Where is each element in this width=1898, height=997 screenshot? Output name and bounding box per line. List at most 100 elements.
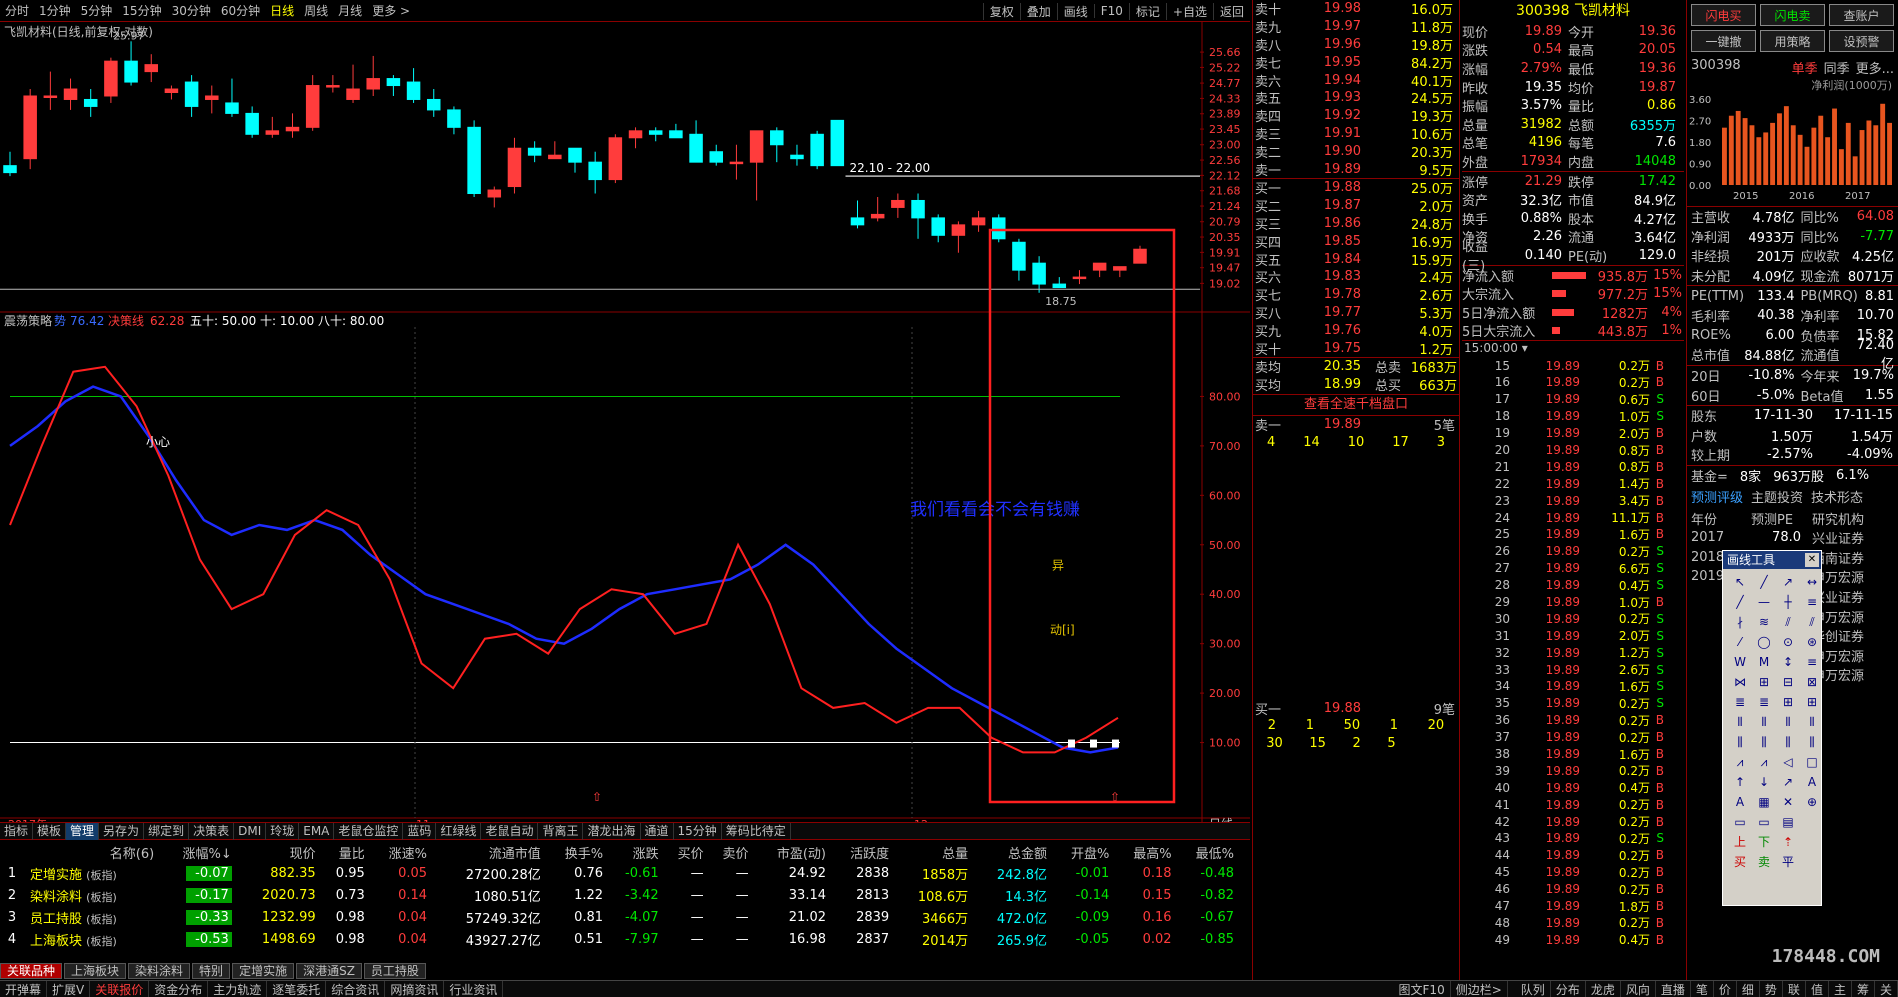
column-header[interactable]: 涨速% <box>371 842 433 862</box>
action-button[interactable]: 闪电卖 <box>1760 4 1825 26</box>
timeframe-tab[interactable]: 周线 <box>299 2 333 19</box>
draw-tool-icon[interactable]: A <box>1801 773 1823 791</box>
related-tab[interactable]: 定增实施 <box>232 962 295 979</box>
status-right-tab[interactable]: 联 <box>1783 980 1806 997</box>
status-right-tab[interactable]: 直播 <box>1656 980 1691 997</box>
status-right-tab[interactable]: 分布 <box>1551 980 1586 997</box>
related-tab[interactable]: 上海板块 <box>64 962 127 979</box>
status-right-tab[interactable]: 价 <box>1714 980 1737 997</box>
status-right-tab[interactable]: 筹 <box>1852 980 1875 997</box>
draw-tool-icon[interactable]: ▦ <box>1753 793 1775 811</box>
draw-tool-icon[interactable]: — <box>1753 593 1775 611</box>
indicator-tab[interactable]: 绑定到 <box>144 822 190 840</box>
toolbar-button[interactable]: F10 <box>1093 4 1129 18</box>
draw-tool-icon[interactable]: M <box>1753 653 1775 671</box>
status-mid-tab[interactable]: 图文F10 <box>1394 980 1451 997</box>
draw-tool-icon[interactable]: ⊠ <box>1801 673 1823 691</box>
status-tab[interactable]: 开弹幕 <box>0 980 48 997</box>
status-right-tab[interactable]: 细 <box>1737 980 1760 997</box>
timeframe-tab[interactable]: 15分钟 <box>117 2 166 19</box>
draw-tool-icon[interactable]: ⩘ <box>1729 753 1751 771</box>
draw-tool-icon[interactable]: ┼ <box>1777 593 1799 611</box>
action-button[interactable]: 用策略 <box>1760 30 1825 52</box>
column-header[interactable]: 最低% <box>1178 842 1240 862</box>
column-header[interactable]: 活跃度 <box>832 842 895 862</box>
column-header[interactable]: 开盘% <box>1053 842 1115 862</box>
draw-tool-icon[interactable]: ≡ <box>1801 653 1823 671</box>
column-header[interactable]: 市盈(动) <box>755 842 832 862</box>
draw-tool-icon[interactable]: ⫽ <box>1777 613 1799 631</box>
indicator-tab[interactable]: 潜龙出海 <box>583 822 641 840</box>
draw-tool-icon[interactable]: ⦀ <box>1729 713 1751 731</box>
draw-tool-icon[interactable]: ↓ <box>1753 773 1775 791</box>
draw-tool-icon[interactable]: ⫼ <box>1777 733 1799 751</box>
column-header[interactable]: 流通市值 <box>433 842 547 862</box>
related-tab[interactable]: 染料涂料 <box>128 962 191 979</box>
column-header[interactable]: 最高% <box>1115 842 1177 862</box>
timeframe-tab[interactable]: 5分钟 <box>76 2 118 19</box>
draw-tool-icon[interactable]: 上 <box>1729 833 1751 851</box>
action-button[interactable]: 闪电买 <box>1691 4 1756 26</box>
related-tab[interactable]: 特别 <box>192 962 231 979</box>
toolbar-button[interactable]: 返回 <box>1212 2 1250 20</box>
draw-tool-icon[interactable]: ⦀ <box>1801 713 1823 731</box>
status-right-tab[interactable]: 值 <box>1806 980 1829 997</box>
draw-tool-icon[interactable]: ↗ <box>1777 773 1799 791</box>
status-right-tab[interactable]: 笔 <box>1691 980 1714 997</box>
column-header[interactable]: 总量 <box>895 842 974 862</box>
full-depth-link[interactable]: 查看全速千档盘口 <box>1253 395 1459 415</box>
related-tab[interactable]: 员工持股 <box>363 962 426 979</box>
status-right-tab[interactable]: 龙虎 <box>1586 980 1621 997</box>
indicator-tab[interactable]: 筹码比待定 <box>722 822 791 840</box>
status-right-tab[interactable]: 势 <box>1760 980 1783 997</box>
status-tab[interactable]: 综合资讯 <box>326 980 386 997</box>
indicator-tab[interactable]: 红绿线 <box>436 822 482 840</box>
table-row[interactable]: 3 员工持股 (板指) -0.33 1232.99 0.98 0.04 57249.32亿 0… <box>0 906 1240 928</box>
draw-tool-icon[interactable]: ≋ <box>1753 613 1775 631</box>
draw-tool-icon[interactable]: ⩘ <box>1753 753 1775 771</box>
f10-tab[interactable]: 同季 <box>1824 58 1850 77</box>
column-header[interactable] <box>0 842 30 862</box>
f10-subtab[interactable]: 预测评级 <box>1691 487 1743 506</box>
draw-tool-icon[interactable]: ↗ <box>1777 573 1799 591</box>
draw-tool-icon[interactable]: ⫼ <box>1729 733 1751 751</box>
timeframe-tab[interactable]: 月线 <box>333 2 367 19</box>
status-right-tab[interactable]: 风向 <box>1621 980 1656 997</box>
draw-tool-icon[interactable]: A <box>1729 793 1751 811</box>
draw-tool-icon[interactable]: ⁄ <box>1729 633 1751 651</box>
draw-tool-icon[interactable]: ◁ <box>1777 753 1799 771</box>
toolbar-button[interactable]: 标记 <box>1128 2 1166 20</box>
column-header[interactable]: 买价 <box>665 842 710 862</box>
draw-tool-icon[interactable]: ⊞ <box>1777 693 1799 711</box>
draw-tool-icon[interactable] <box>1801 833 1823 851</box>
draw-tool-icon[interactable]: ▤ <box>1777 813 1799 831</box>
draw-tool-icon[interactable]: ⊞ <box>1801 693 1823 711</box>
status-tab[interactable]: 资金分布 <box>149 980 209 997</box>
indicator-tab[interactable]: DMI <box>234 822 267 840</box>
status-tab[interactable]: 关联报价 <box>90 980 150 997</box>
draw-tool-icon[interactable]: ≣ <box>1729 693 1751 711</box>
toolbar-button[interactable]: 叠加 <box>1019 2 1057 20</box>
indicator-tab[interactable]: 通道 <box>641 822 674 840</box>
column-header[interactable]: 涨幅%↓ <box>160 842 238 862</box>
timeframe-tab[interactable]: 分时 <box>0 2 34 19</box>
related-tab[interactable]: 关联品种 <box>0 962 63 979</box>
draw-tool-icon[interactable]: ↔ <box>1801 573 1823 591</box>
draw-tool-icon[interactable]: ⊟ <box>1777 673 1799 691</box>
draw-tool-icon[interactable]: ⫼ <box>1801 733 1823 751</box>
indicator-tab[interactable]: 老鼠仓监控 <box>334 822 404 840</box>
indicator-tab[interactable]: 指标 <box>0 822 34 840</box>
draw-tool-icon[interactable]: ✕ <box>1777 793 1799 811</box>
indicator-tab[interactable]: 管理 <box>66 822 100 840</box>
draw-tool-icon[interactable]: ⊞ <box>1753 673 1775 691</box>
draw-tool-icon[interactable]: 平 <box>1777 853 1799 871</box>
draw-tool-icon[interactable]: 买 <box>1729 853 1751 871</box>
related-tab[interactable]: 深港通SZ <box>296 962 362 979</box>
status-right-tab[interactable]: 队列 <box>1516 980 1551 997</box>
f10-subtab[interactable]: 技术形态 <box>1811 487 1863 506</box>
draw-tool-icon[interactable]: ↑ <box>1729 773 1751 791</box>
column-header[interactable]: 名称(6) <box>30 842 160 862</box>
draw-tool-icon[interactable]: ⫼ <box>1753 733 1775 751</box>
draw-tool-icon[interactable] <box>1801 853 1823 871</box>
status-tab[interactable]: 网摘资讯 <box>385 980 445 997</box>
